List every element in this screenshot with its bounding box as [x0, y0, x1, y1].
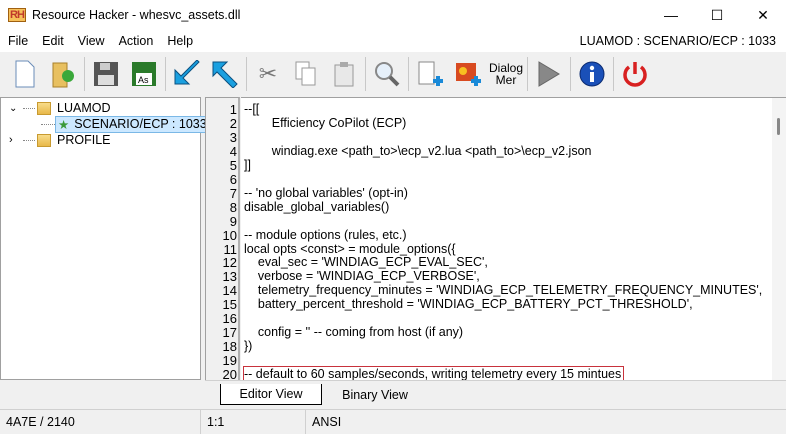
tab-editor-view[interactable]: Editor View: [220, 384, 322, 405]
svg-text:As: As: [138, 75, 149, 85]
line-number: 4: [229, 143, 237, 159]
code-line[interactable]: disable_global_variables(): [244, 200, 389, 214]
menu-label: Mer: [495, 73, 517, 87]
chevron-down-icon[interactable]: ⌄: [9, 103, 23, 114]
line-number: 5: [229, 157, 237, 173]
line-number: 2: [229, 115, 237, 131]
code-line[interactable]: -- module options (rules, etc.): [244, 228, 407, 242]
line-number: 18: [222, 339, 237, 355]
line-number: 13: [222, 269, 237, 285]
line-number: 19: [222, 353, 237, 369]
star-icon: ★: [58, 117, 70, 132]
open-file-icon[interactable]: [44, 55, 82, 93]
app-logo-icon: RH: [8, 8, 26, 22]
line-number: 1: [229, 102, 237, 117]
toolbar-separator: [84, 57, 85, 91]
code-line[interactable]: config = '' -- coming from host (if any): [244, 325, 463, 339]
status-bar: 4A7E / 2140 1:1 ANSI: [0, 409, 786, 434]
tree-item-luamod[interactable]: ⌄ LUAMOD: [9, 100, 110, 116]
code-line[interactable]: ]]: [244, 158, 251, 172]
code-line[interactable]: windiag.exe <path_to>\ecp_v2.lua <path_t…: [244, 144, 592, 158]
line-number: 12: [222, 255, 237, 271]
line-number: 15: [222, 297, 237, 313]
line-number: 7: [229, 185, 237, 201]
menu-action[interactable]: Action: [111, 34, 160, 48]
view-tabs: Editor View Binary View: [205, 380, 786, 406]
export-arrow-icon[interactable]: [206, 55, 244, 93]
resource-path: LUAMOD : SCENARIO/ECP : 1033: [579, 34, 776, 48]
power-exit-icon[interactable]: [616, 55, 654, 93]
code-line[interactable]: -- 'no global variables' (opt-in): [244, 186, 408, 200]
new-file-icon[interactable]: [6, 55, 44, 93]
toolbar-separator: [246, 57, 247, 91]
menu-file[interactable]: File: [0, 34, 34, 48]
line-number: 16: [222, 311, 237, 327]
minimize-button[interactable]: —: [648, 0, 694, 30]
maximize-button[interactable]: ☐: [694, 0, 740, 30]
code-line[interactable]: telemetry_frequency_minutes = 'WINDIAG_E…: [244, 283, 762, 297]
tree-item-label: LUAMOD: [57, 101, 111, 115]
folder-icon: [37, 133, 51, 147]
code-line[interactable]: --[[: [244, 102, 259, 116]
status-offset: 4A7E / 2140: [0, 409, 201, 434]
add-blank-resource-icon[interactable]: [411, 55, 449, 93]
toolbar-separator: [365, 57, 366, 91]
toolbar-separator: [613, 57, 614, 91]
copy-icon[interactable]: [287, 55, 325, 93]
title-bar: RH Resource Hacker - whesvc_assets.dll —…: [0, 0, 786, 30]
toolbar-separator: [527, 57, 528, 91]
line-number: 11: [223, 241, 238, 257]
folder-open-icon: [37, 101, 51, 115]
line-number: 9: [229, 213, 237, 229]
add-image-resource-icon[interactable]: [449, 55, 487, 93]
code-line[interactable]: local opts <const> = module_options({: [244, 242, 456, 256]
toolbar-separator: [165, 57, 166, 91]
tree-item-label: SCENARIO/ECP : 1033: [74, 117, 207, 131]
menu-view[interactable]: View: [70, 34, 111, 48]
tab-binary-view[interactable]: Binary View: [335, 384, 415, 405]
menu-help[interactable]: Help: [159, 34, 199, 48]
add-dialog-menu-icon[interactable]: Dialog Mer: [487, 55, 525, 93]
paste-icon[interactable]: [325, 55, 363, 93]
resource-tree[interactable]: ⌄ LUAMOD ★ SCENARIO/ECP : 1033 › PROFILE: [0, 97, 210, 380]
code-editor[interactable]: --[[ Efficiency CoPilot (ECP) windiag.ex…: [241, 97, 786, 380]
line-number: 14: [222, 283, 237, 299]
run-script-icon[interactable]: [530, 55, 568, 93]
status-cursor-position: 1:1: [201, 409, 306, 434]
line-number: 8: [229, 199, 237, 215]
info-icon[interactable]: [573, 55, 611, 93]
code-line[interactable]: }): [244, 339, 252, 353]
tree-item-scenario-ecp[interactable]: ★ SCENARIO/ECP : 1033: [41, 115, 210, 133]
line-number: 10: [222, 227, 237, 243]
search-icon[interactable]: [368, 55, 406, 93]
code-line[interactable]: -- default to 60 samples/seconds, writin…: [242, 366, 625, 380]
toolbar-separator: [408, 57, 409, 91]
window-title: Resource Hacker - whesvc_assets.dll: [32, 8, 241, 22]
import-arrow-icon[interactable]: [168, 55, 206, 93]
toolbar: As ✂ Dialog Mer: [0, 53, 786, 95]
tree-item-profile[interactable]: › PROFILE: [9, 132, 111, 148]
scrollbar-thumb[interactable]: [777, 118, 780, 135]
toolbar-separator: [570, 57, 571, 91]
status-encoding: ANSI: [312, 414, 342, 429]
close-button[interactable]: ✕: [740, 0, 786, 30]
line-number: 6: [229, 171, 237, 187]
line-number-gutter: 1 2 3 4 5 6 7 8 9 10 11 12 13 14 15 16 17 18 19 20: [205, 97, 240, 382]
save-as-icon[interactable]: As: [125, 55, 163, 93]
line-number: 3: [229, 129, 237, 145]
save-icon[interactable]: [87, 55, 125, 93]
code-line[interactable]: Efficiency CoPilot (ECP): [244, 116, 407, 130]
menu-edit[interactable]: Edit: [34, 34, 70, 48]
code-line[interactable]: eval_sec = 'WINDIAG_ECP_EVAL_SEC',: [244, 255, 488, 269]
tree-item-label: PROFILE: [57, 133, 111, 147]
line-number: 17: [222, 325, 237, 341]
vertical-scrollbar[interactable]: [772, 98, 786, 380]
chevron-right-icon[interactable]: ›: [9, 134, 23, 146]
code-line[interactable]: verbose = 'WINDIAG_ECP_VERBOSE',: [244, 269, 480, 283]
cut-icon[interactable]: ✂: [249, 55, 287, 93]
code-line[interactable]: battery_percent_threshold = 'WINDIAG_ECP…: [244, 297, 693, 311]
